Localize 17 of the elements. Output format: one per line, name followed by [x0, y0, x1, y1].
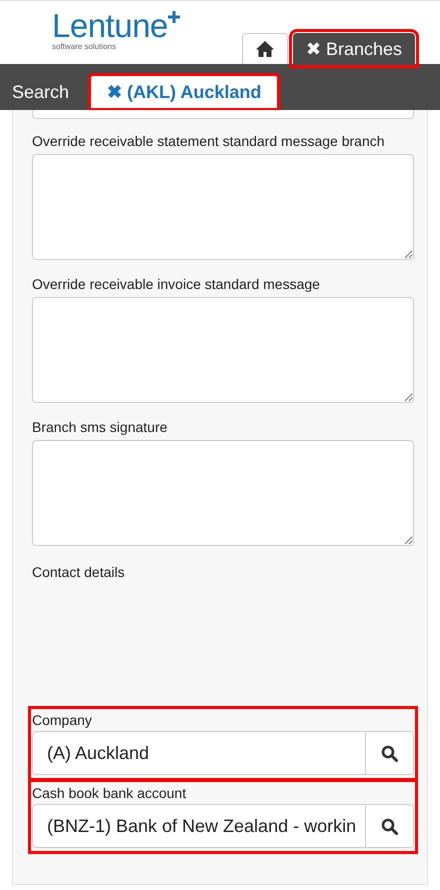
section-heading: Contact details	[32, 564, 125, 580]
field-label: Cash book bank account	[32, 785, 186, 801]
field-label: Override receivable statement standard message branch	[32, 133, 385, 149]
text-area[interactable]	[32, 440, 414, 546]
record-tab[interactable]: Search	[0, 74, 82, 110]
logo-wordmark: Lentune	[52, 9, 168, 43]
text-area[interactable]	[32, 297, 414, 403]
input-field[interactable]	[32, 110, 414, 119]
field-label: Branch sms signature	[32, 419, 168, 435]
plus-icon	[168, 11, 180, 23]
logo-tagline: software solutions	[52, 42, 118, 51]
field-label: Company	[32, 712, 92, 728]
record-tab[interactable]: ✖ (AKL) Auckland	[89, 74, 280, 110]
home-tab[interactable]	[242, 33, 288, 64]
home-icon	[254, 40, 275, 58]
field-label: Override receivable invoice standard message	[32, 276, 320, 292]
text-area[interactable]	[32, 154, 414, 260]
